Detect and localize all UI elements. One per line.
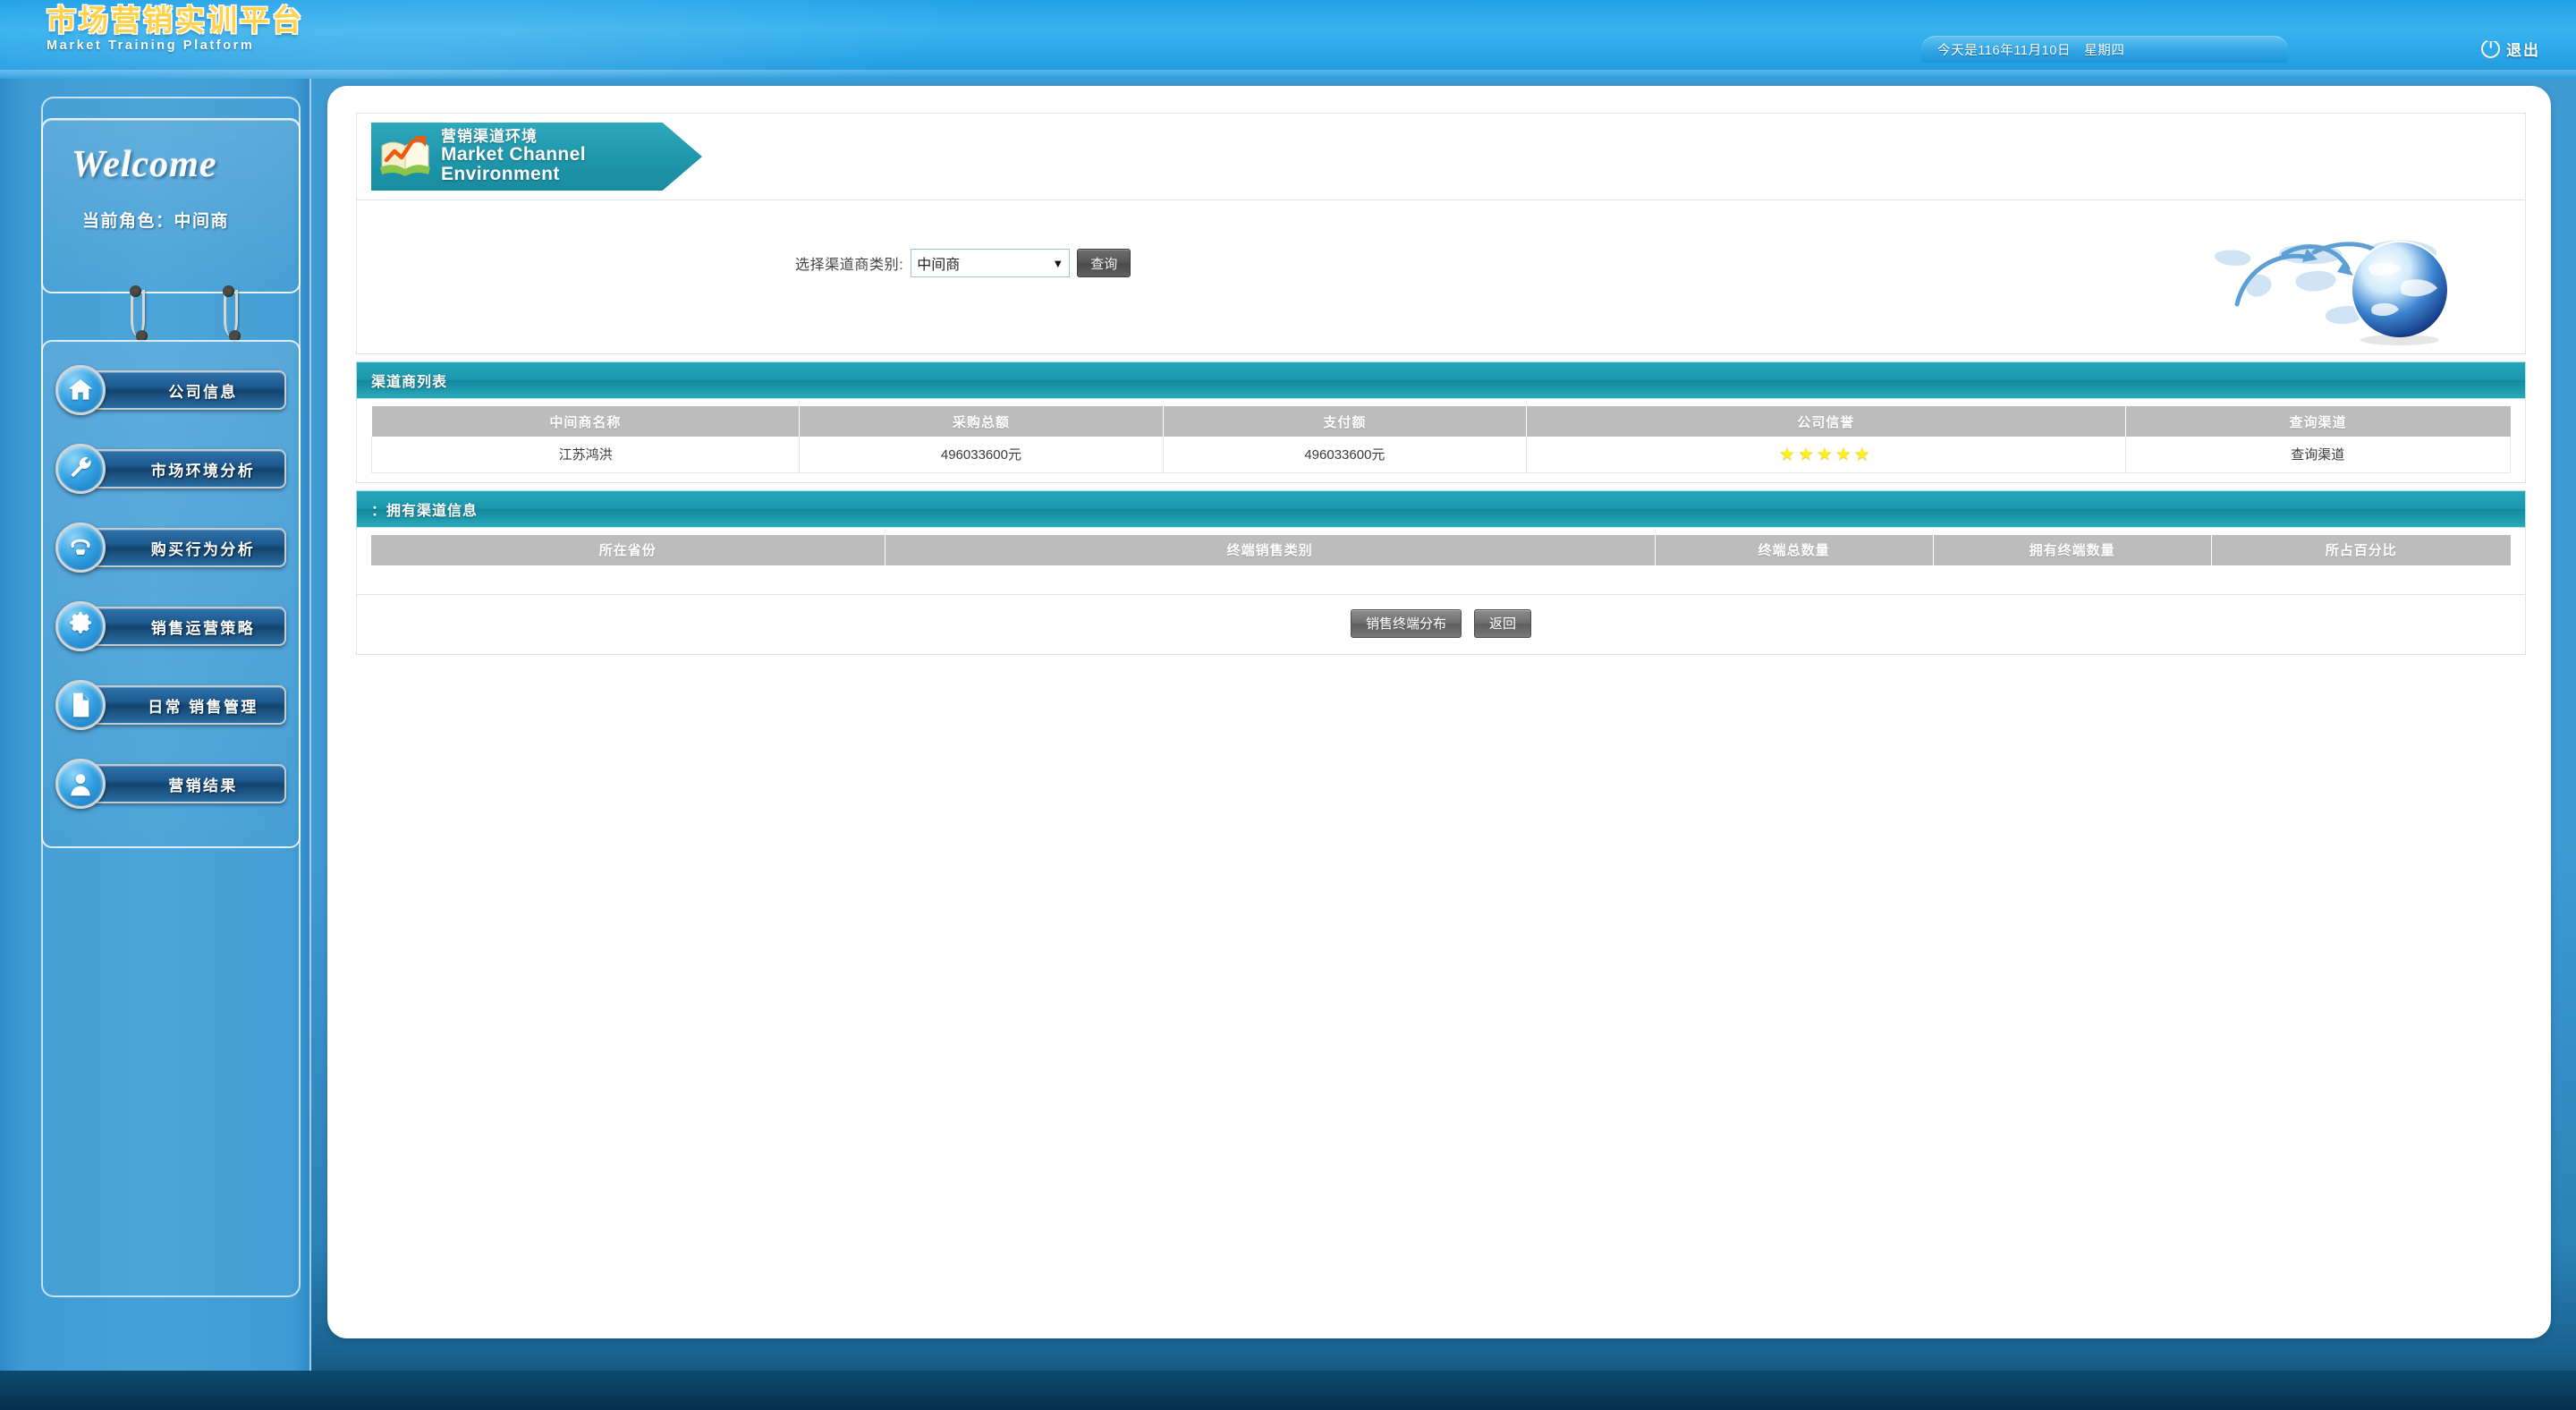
terminal-distribution-label: 销售终端分布	[1365, 616, 1446, 632]
logo-title-cn: 市场营销实训平台	[47, 3, 304, 38]
cell-company-credit: ★★★★★	[1526, 437, 2126, 473]
sidebar-item-label: 营销结果	[168, 777, 238, 794]
channel-list-table: 中间商名称 采购总额 支付额 公司信誉 查询渠道 江苏鸿洪 496033600元…	[370, 406, 2512, 473]
power-icon	[2481, 39, 2500, 58]
document-icon	[55, 680, 106, 730]
page-title-arrow: 营销渠道环境 Market Channel Environment	[371, 123, 702, 191]
sidebar-item-pill: 市场环境分析	[89, 449, 286, 488]
sidebar-item-label: 市场环境分析	[150, 462, 256, 480]
sidebar-item-label: 购买行为分析	[150, 540, 256, 558]
page-header-banner: 营销渠道环境 Market Channel Environment	[356, 113, 2526, 200]
back-button-label: 返回	[1489, 616, 1517, 632]
sidebar-item-daily-sales-management[interactable]: 日常 销售管理	[43, 669, 299, 741]
section-title-text: ：拥有渠道信息	[371, 503, 479, 519]
sidebar-item-label: 日常 销售管理	[148, 698, 258, 716]
logout-label: 退出	[2506, 42, 2540, 59]
cell-payment-total: 496033600元	[1162, 437, 1528, 473]
gear-icon	[55, 601, 106, 651]
cell-dealer-name: 江苏鸿洪	[370, 437, 801, 473]
owned-channels-section-title: ：拥有渠道信息	[356, 489, 2526, 528]
sidebar-item-pill: 营销结果	[89, 764, 286, 803]
sidebar: Welcome 当前角色：中间商 公司信息 市场环境分析 购买行为分析 销售运营…	[0, 79, 311, 1371]
col-terminal-total: 终端总数量	[1655, 534, 1934, 565]
sidebar-item-market-environment-analysis[interactable]: 市场环境分析	[43, 433, 299, 505]
home-icon	[55, 365, 106, 415]
col-terminal-category: 终端销售类别	[885, 534, 1656, 565]
sidebar-item-label: 公司信息	[168, 383, 238, 401]
sidebar-item-purchase-behavior-analysis[interactable]: 购买行为分析	[43, 512, 299, 583]
channel-type-label: 选择渠道商类别:	[795, 258, 904, 273]
credit-rating-stars: ★★★★★	[1779, 445, 1873, 465]
current-date-display: 今天是116年11月10日 星期四	[1921, 36, 2288, 63]
query-button[interactable]: 查询	[1077, 249, 1131, 277]
back-button[interactable]: 返回	[1474, 608, 1532, 638]
page-title-cn: 营销渠道环境	[441, 128, 538, 146]
terminal-distribution-button[interactable]: 销售终端分布	[1350, 608, 1462, 638]
action-button-row: 销售终端分布 返回	[356, 594, 2526, 655]
wrench-icon	[55, 444, 106, 494]
query-channel-link[interactable]: 查询渠道	[2124, 437, 2512, 473]
cell-purchase-total: 496033600元	[799, 437, 1164, 473]
col-purchase-total: 采购总额	[799, 406, 1164, 437]
owned-channels-table-wrap: 所在省份 终端销售类别 终端总数量 拥有终端数量 所占百分比	[356, 527, 2526, 595]
sidebar-item-pill: 销售运营策略	[89, 607, 286, 646]
top-banner: 市场营销实训平台 Market Training Platform 今天是116…	[0, 0, 2576, 79]
col-percentage: 所占百分比	[2211, 534, 2511, 565]
main-content-panel: 营销渠道环境 Market Channel Environment 选择渠道商类…	[327, 86, 2551, 1338]
table-header-row: 中间商名称 采购总额 支付额 公司信誉 查询渠道	[371, 406, 2511, 437]
current-role-text: 当前角色：中间商	[82, 212, 230, 231]
owned-channels-table: 所在省份 终端销售类别 终端总数量 拥有终端数量 所占百分比	[371, 534, 2511, 565]
col-query-channel: 查询渠道	[2125, 406, 2511, 437]
col-terminal-owned: 拥有终端数量	[1933, 534, 2212, 565]
user-icon	[55, 759, 106, 809]
channel-type-selected-value: 中间商	[917, 258, 961, 273]
sidebar-item-pill: 公司信息	[89, 370, 286, 410]
table-header-row: 所在省份 终端销售类别 终端总数量 拥有终端数量 所占百分比	[371, 534, 2511, 565]
hook-left-icon	[130, 285, 148, 342]
sidebar-item-company-info[interactable]: 公司信息	[43, 354, 299, 426]
sidebar-item-label: 销售运营策略	[150, 619, 256, 637]
decorative-hooks	[41, 285, 301, 342]
col-dealer-name: 中间商名称	[371, 406, 801, 437]
welcome-heading: Welcome	[72, 144, 217, 185]
sidebar-menu: 公司信息 市场环境分析 购买行为分析 销售运营策略 日常 销售管理 营销结果	[41, 340, 301, 848]
bottom-strip	[0, 1371, 2576, 1410]
channel-list-table-wrap: 中间商名称 采购总额 支付额 公司信誉 查询渠道 江苏鸿洪 496033600元…	[356, 399, 2526, 483]
query-button-label: 查询	[1090, 256, 1118, 272]
section-title-text: 渠道商列表	[371, 375, 448, 390]
col-company-credit: 公司信誉	[1526, 406, 2126, 437]
logout-button[interactable]: 退出	[2481, 38, 2540, 60]
col-province: 所在省份	[371, 534, 886, 565]
page-title-en-line2: Environment	[441, 163, 560, 184]
sidebar-item-pill: 日常 销售管理	[89, 685, 286, 725]
hook-right-icon	[223, 285, 241, 342]
welcome-card: Welcome 当前角色：中间商	[41, 118, 301, 293]
col-payment-total: 支付额	[1163, 406, 1528, 437]
phone-icon	[55, 522, 106, 573]
logo-title-en: Market Training Platform	[47, 38, 255, 53]
channel-list-section-title: 渠道商列表	[356, 361, 2526, 399]
sidebar-item-marketing-results[interactable]: 营销结果	[43, 748, 299, 820]
filter-row: 选择渠道商类别: 中间商 ▼ 查询	[795, 249, 1131, 277]
book-chart-icon	[378, 133, 434, 180]
date-text: 今天是116年11月10日 星期四	[1937, 44, 2125, 58]
empty-table-spacer	[371, 565, 2511, 585]
sidebar-item-sales-operation-strategy[interactable]: 销售运营策略	[43, 590, 299, 662]
globe-world-map-icon	[2201, 222, 2470, 347]
sidebar-item-pill: 购买行为分析	[89, 528, 286, 567]
filter-section: 选择渠道商类别: 中间商 ▼ 查询	[356, 200, 2526, 354]
app-logo: 市场营销实训平台 Market Training Platform	[47, 3, 304, 54]
chevron-down-icon: ▼	[1052, 256, 1064, 270]
page-title-en-line1: Market Channel	[441, 144, 586, 165]
channel-type-select[interactable]: 中间商 ▼	[911, 249, 1071, 277]
table-row: 江苏鸿洪 496033600元 496033600元 ★★★★★ 查询渠道	[370, 437, 2512, 473]
